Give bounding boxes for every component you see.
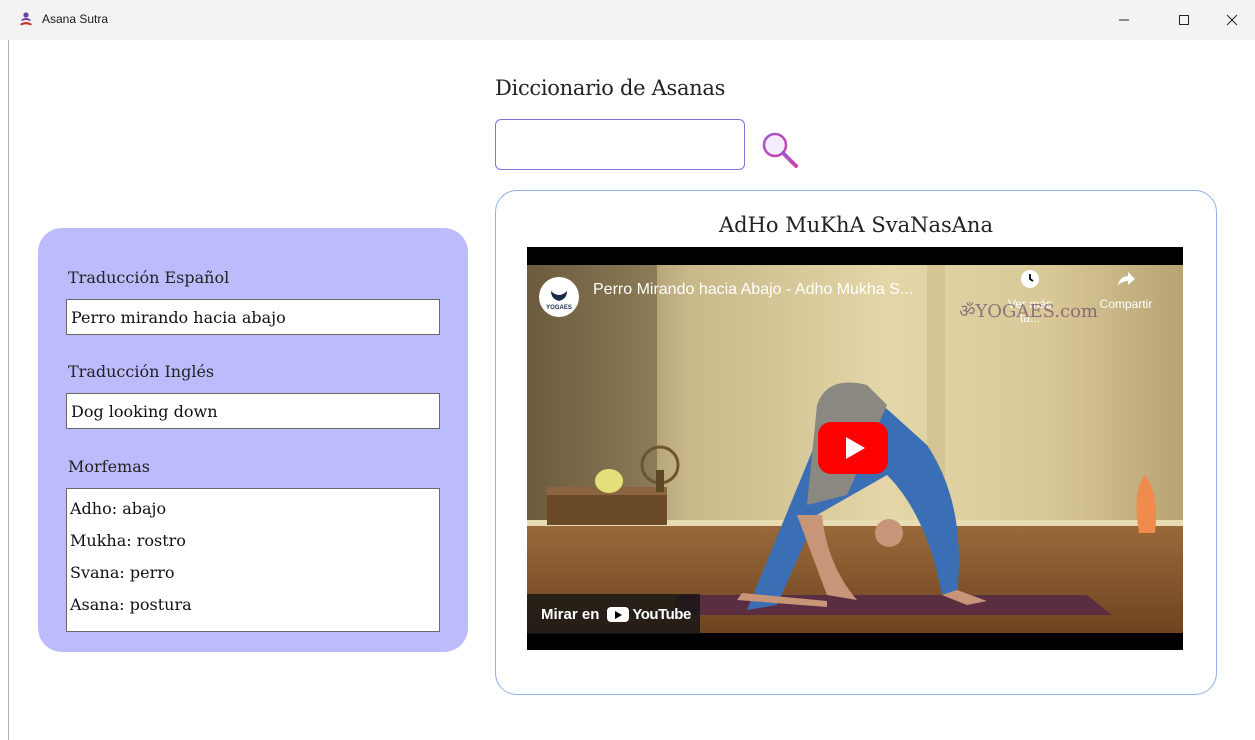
morpheme-line: Asana: postura [70, 595, 192, 614]
window-titlebar: Asana Sutra [0, 0, 1255, 40]
channel-watermark: ॐYOGAES.com [959, 299, 1098, 323]
share-button[interactable]: Compartir [1096, 269, 1156, 311]
om-icon: ॐ [959, 301, 976, 322]
meditation-icon [20, 12, 32, 26]
english-translation-label: Traducción Inglés [68, 362, 215, 381]
clock-icon [1021, 270, 1039, 288]
watch-on-youtube-button[interactable]: Mirar en YouTube [527, 594, 700, 634]
english-translation-field[interactable] [66, 393, 440, 429]
spanish-translation-field[interactable] [66, 299, 440, 335]
morpheme-line: Svana: perro [70, 563, 175, 582]
watch-on-label: Mirar en [541, 605, 600, 623]
channel-avatar[interactable]: YOGAES [539, 277, 579, 317]
asana-name: AdHo MuKhA SvaNasAna [719, 213, 993, 237]
maximize-button[interactable] [1161, 0, 1207, 40]
page-title: Diccionario de Asanas [495, 76, 726, 100]
youtube-player[interactable]: YOGAES Perro Mirando hacia Abajo - Adho … [527, 247, 1183, 650]
close-button[interactable] [1209, 0, 1255, 40]
channel-name: YOGAES [546, 305, 572, 311]
close-icon [1226, 14, 1238, 26]
play-button[interactable] [818, 422, 888, 474]
search-icon [762, 132, 798, 168]
window-frame-edge [8, 40, 9, 740]
search-button[interactable] [760, 130, 800, 170]
search-input[interactable] [495, 119, 745, 170]
morphemes-label: Morfemas [68, 457, 150, 476]
youtube-logo: YouTube [607, 605, 691, 623]
morpheme-line: Mukha: rostro [70, 531, 186, 550]
share-icon [1118, 272, 1135, 286]
video-title[interactable]: Perro Mirando hacia Abajo - Adho Mukha S… [593, 281, 973, 299]
morpheme-line: Adho: abajo [70, 499, 167, 518]
share-label: Compartir [1099, 297, 1153, 311]
window-title: Asana Sutra [42, 12, 109, 26]
channel-logo-icon: YOGAES [546, 291, 572, 311]
youtube-logo-icon [607, 606, 630, 622]
minimize-button[interactable] [1101, 0, 1147, 40]
spanish-translation-label: Traducción Español [68, 268, 230, 287]
minimize-icon [1119, 19, 1129, 21]
watermark-text: YOGAES.com [975, 301, 1098, 322]
translation-panel: Traducción Español Traducción Inglés Mor… [38, 228, 468, 652]
maximize-icon [1179, 15, 1189, 25]
video-card: AdHo MuKhA SvaNasAna YOGAES Perro Mirand… [495, 190, 1217, 695]
morphemes-textbox[interactable]: Adho: abajo Mukha: rostro Svana: perro A… [66, 488, 440, 632]
youtube-brand-text: YouTube [632, 605, 691, 623]
